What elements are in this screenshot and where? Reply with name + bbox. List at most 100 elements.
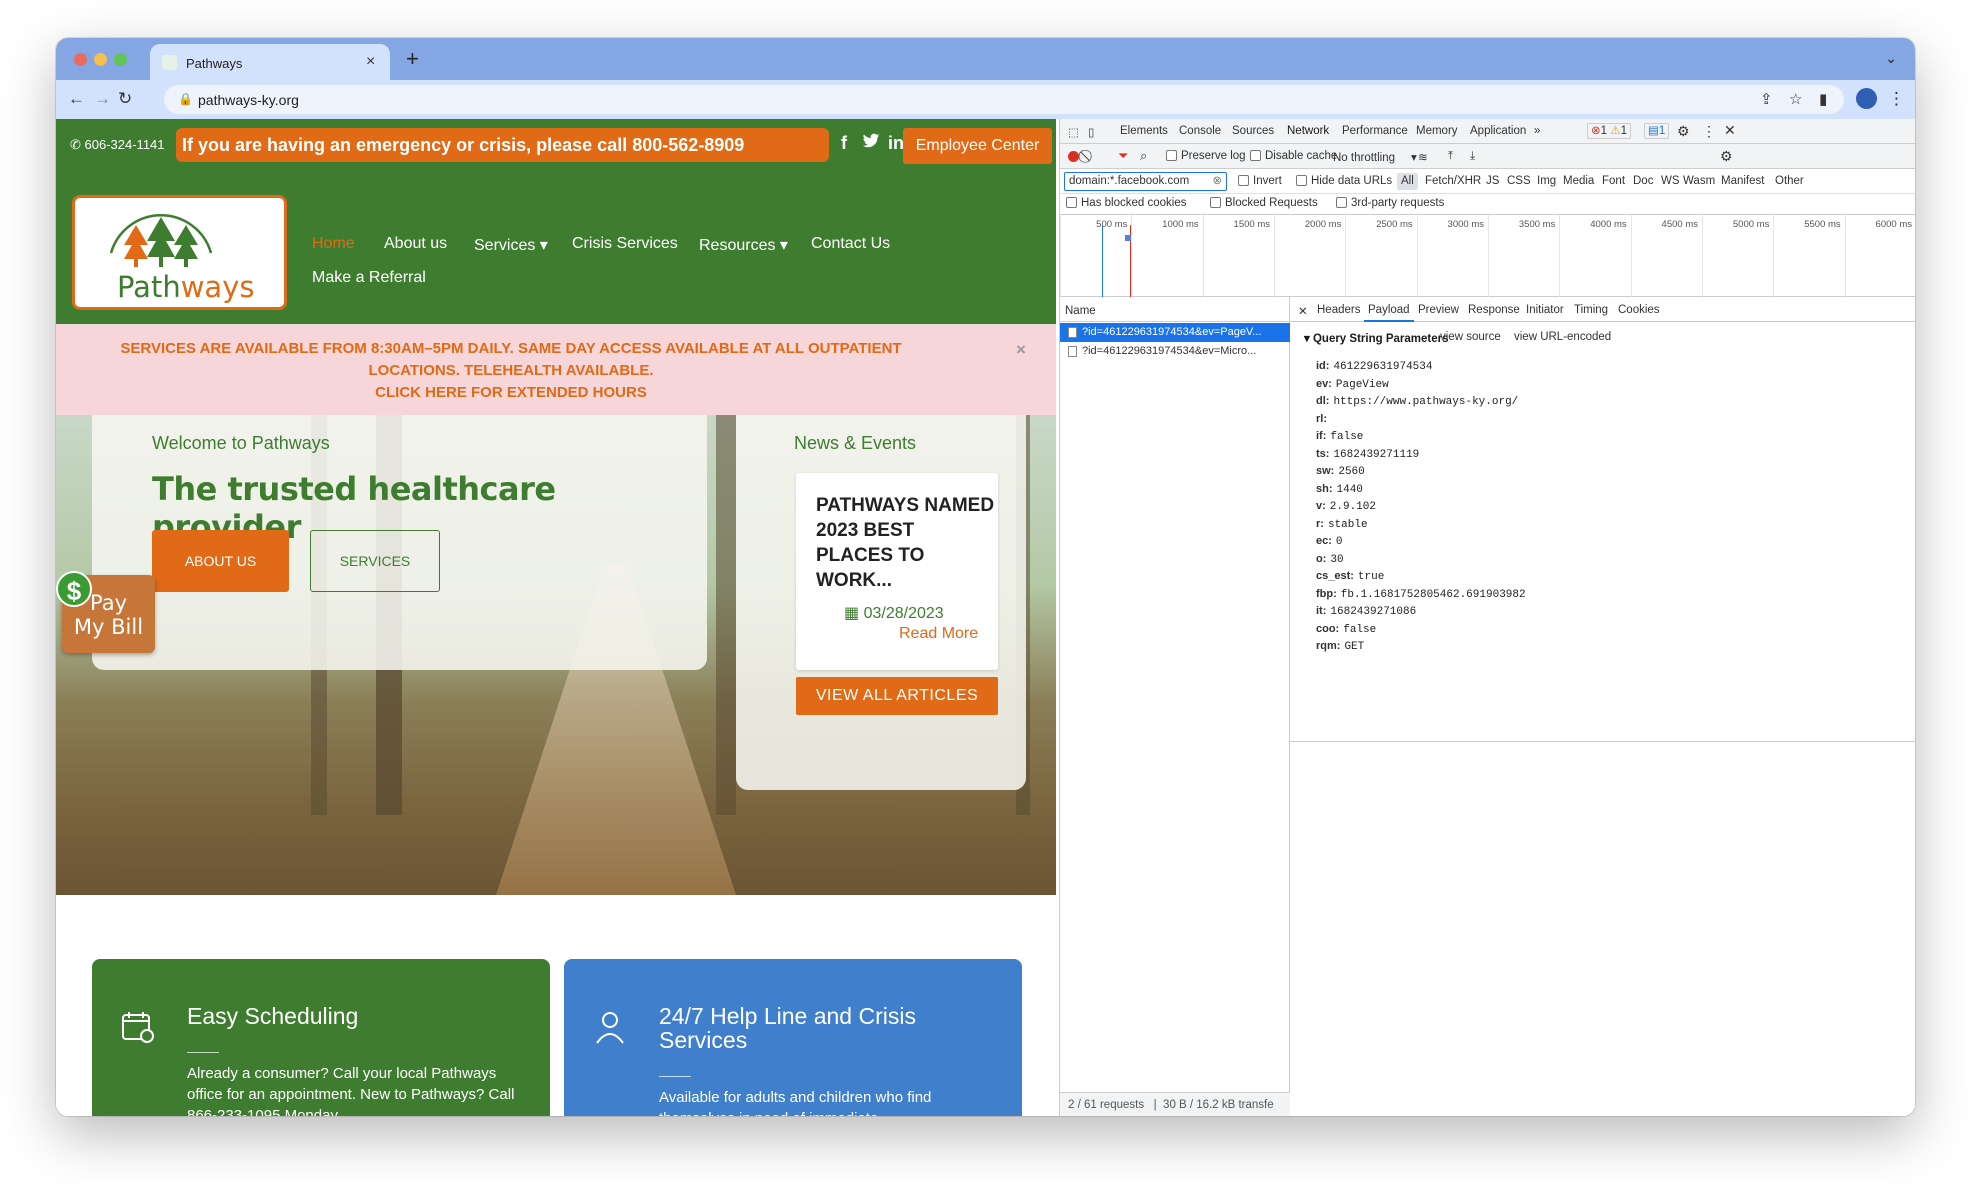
param-row[interactable]: id: 461229631974534 (1316, 360, 1432, 373)
browser-tab[interactable]: Pathways × (150, 44, 390, 80)
param-row[interactable]: rl: (1316, 413, 1331, 426)
param-row[interactable]: cs_est: true (1316, 570, 1384, 583)
blocked-requests-checkbox[interactable]: Blocked Requests (1210, 197, 1318, 209)
help-line-card[interactable]: 24/7 Help Line and Crisis Services Avail… (564, 959, 1022, 1116)
nav-contact[interactable]: Contact Us (811, 235, 890, 253)
param-row[interactable]: sw: 2560 (1316, 465, 1365, 478)
param-row[interactable]: coo: false (1316, 623, 1376, 636)
invert-checkbox[interactable]: Invert (1238, 175, 1282, 187)
about-us-button[interactable]: ABOUT US (152, 530, 289, 592)
type-filter-css[interactable]: CSS (1507, 175, 1531, 187)
param-row[interactable]: sh: 1440 (1316, 483, 1363, 496)
nav-home[interactable]: Home (312, 235, 355, 253)
tab-payload[interactable]: Payload (1364, 304, 1414, 322)
request-row[interactable]: ?id=461229631974534&ev=Micro... (1060, 342, 1290, 361)
issues-counter[interactable]: ⊗1 ⚠1 (1587, 123, 1631, 139)
type-filter-doc[interactable]: Doc (1633, 175, 1653, 187)
facebook-icon[interactable]: f (841, 133, 847, 154)
devtools-menu-icon[interactable]: ⋮ (1702, 123, 1716, 140)
tab-cookies[interactable]: Cookies (1618, 304, 1660, 316)
param-row[interactable]: r: stable (1316, 518, 1368, 531)
tab-response[interactable]: Response (1468, 304, 1520, 316)
tab-console[interactable]: Console (1179, 125, 1221, 137)
easy-scheduling-card[interactable]: Easy Scheduling Already a consumer? Call… (92, 959, 550, 1116)
nav-about[interactable]: About us (384, 235, 447, 253)
request-row[interactable]: ?id=461229631974534&ev=PageV... (1060, 323, 1290, 342)
search-icon[interactable]: ⌕ (1140, 148, 1147, 164)
type-filter-manifest[interactable]: Manifest (1721, 175, 1764, 187)
tab-application[interactable]: Application (1470, 125, 1526, 137)
record-icon[interactable] (1068, 151, 1079, 162)
view-source-link[interactable]: view source (1440, 331, 1501, 343)
address-bar[interactable]: 🔒 pathways-ky.org ⇪ ☆ ▮ (164, 85, 1844, 114)
more-tabs-chevron-icon[interactable]: » (1534, 125, 1540, 137)
type-filter-other[interactable]: Other (1775, 175, 1804, 187)
article-title[interactable]: PATHWAYS NAMED 2023 BEST PLACES TO WORK.… (816, 493, 996, 593)
url-text[interactable]: pathways-ky.org (198, 92, 299, 108)
type-filter-img[interactable]: Img (1537, 175, 1556, 187)
extended-hours-link[interactable]: CLICK HERE FOR EXTENDED HOURS (111, 382, 911, 404)
forward-arrow-icon[interactable]: → (94, 89, 111, 109)
new-tab-button[interactable]: + (406, 46, 419, 72)
nav-make-referral[interactable]: Make a Referral (312, 269, 426, 287)
tab-headers[interactable]: Headers (1317, 304, 1360, 316)
bookmark-star-icon[interactable]: ☆ (1789, 90, 1802, 108)
view-all-articles-button[interactable]: VIEW ALL ARTICLES (796, 677, 998, 715)
tab-timing[interactable]: Timing (1574, 304, 1608, 316)
type-filter-js[interactable]: JS (1486, 175, 1499, 187)
name-column-header[interactable]: Name (1060, 297, 1290, 322)
alert-close-icon[interactable]: × (1016, 340, 1026, 360)
tab-preview[interactable]: Preview (1418, 304, 1459, 316)
param-row[interactable]: ts: 1682439271119 (1316, 448, 1419, 461)
export-har-icon[interactable]: ⤓ (1470, 150, 1475, 163)
settings-gear-icon[interactable]: ⚙ (1677, 123, 1690, 140)
tab-network[interactable]: Network (1282, 125, 1334, 146)
type-filter-fetch[interactable]: Fetch/XHR (1425, 175, 1481, 187)
employee-center-button[interactable]: Employee Center (903, 128, 1052, 164)
filter-icon[interactable]: ⏷ (1118, 148, 1128, 164)
param-row[interactable]: v: 2.9.102 (1316, 500, 1376, 513)
tab-sources[interactable]: Sources (1232, 125, 1274, 137)
param-row[interactable]: dl: https://www.pathways-ky.org/ (1316, 395, 1518, 408)
tab-memory[interactable]: Memory (1416, 125, 1458, 137)
network-settings-gear-icon[interactable]: ⚙ (1720, 148, 1733, 165)
dollar-icon[interactable]: $ (56, 571, 92, 607)
param-row[interactable]: ec: 0 (1316, 535, 1343, 548)
query-string-heading[interactable]: ▾ Query String Parameters (1304, 331, 1448, 345)
tab-performance[interactable]: Performance (1342, 125, 1408, 137)
param-row[interactable]: ev: PageView (1316, 378, 1389, 391)
import-har-icon[interactable]: ⤒ (1448, 150, 1453, 163)
services-button[interactable]: SERVICES (310, 530, 440, 592)
news-article-card[interactable]: PATHWAYS NAMED 2023 BEST PLACES TO WORK.… (796, 473, 998, 670)
network-timeline-overview[interactable]: 500 ms 1000 ms 1500 ms 2000 ms 2500 ms 3000 m… (1060, 215, 1915, 297)
emergency-banner[interactable]: If you are having an emergency or crisis… (176, 128, 829, 162)
tab-initiator[interactable]: Initiator (1526, 304, 1564, 316)
close-detail-icon[interactable]: ✕ (1298, 304, 1308, 318)
tab-close-icon[interactable]: × (366, 53, 375, 71)
type-filter-ws[interactable]: WS (1661, 175, 1680, 187)
has-blocked-cookies-checkbox[interactable]: Has blocked cookies (1066, 197, 1186, 209)
kebab-menu-icon[interactable]: ⋮ (1888, 89, 1905, 109)
share-icon[interactable]: ⇪ (1760, 90, 1773, 108)
tab-elements[interactable]: Elements (1120, 125, 1168, 137)
param-row[interactable]: it: 1682439271086 (1316, 605, 1416, 618)
param-row[interactable]: if: false (1316, 430, 1363, 443)
maximize-window-button[interactable] (114, 53, 127, 66)
twitter-icon[interactable] (862, 133, 884, 149)
hide-data-urls-checkbox[interactable]: Hide data URLs (1296, 175, 1392, 187)
param-row[interactable]: fbp: fb.1.1681752805462.691903982 (1316, 588, 1526, 601)
sidepanel-icon[interactable]: ▮ (1819, 90, 1827, 108)
read-more-link[interactable]: Read More (899, 625, 978, 643)
close-window-button[interactable] (74, 53, 87, 66)
pathways-logo[interactable]: Pathways (72, 195, 287, 310)
filter-input[interactable]: domain:*.facebook.com ⊗ (1064, 172, 1227, 191)
param-row[interactable]: o: 30 (1316, 553, 1344, 566)
messages-counter[interactable]: ▤1 (1644, 123, 1670, 139)
type-filter-all[interactable]: All (1397, 173, 1418, 190)
nav-services[interactable]: Services ▾ (474, 235, 548, 255)
reload-icon[interactable]: ↻ (118, 89, 132, 109)
network-conditions-icon[interactable]: ≋ (1418, 150, 1428, 164)
tab-search-chevron-icon[interactable]: ⌄ (1885, 50, 1897, 67)
type-filter-font[interactable]: Font (1602, 175, 1625, 187)
device-toolbar-icon[interactable]: ▯ (1088, 125, 1094, 139)
